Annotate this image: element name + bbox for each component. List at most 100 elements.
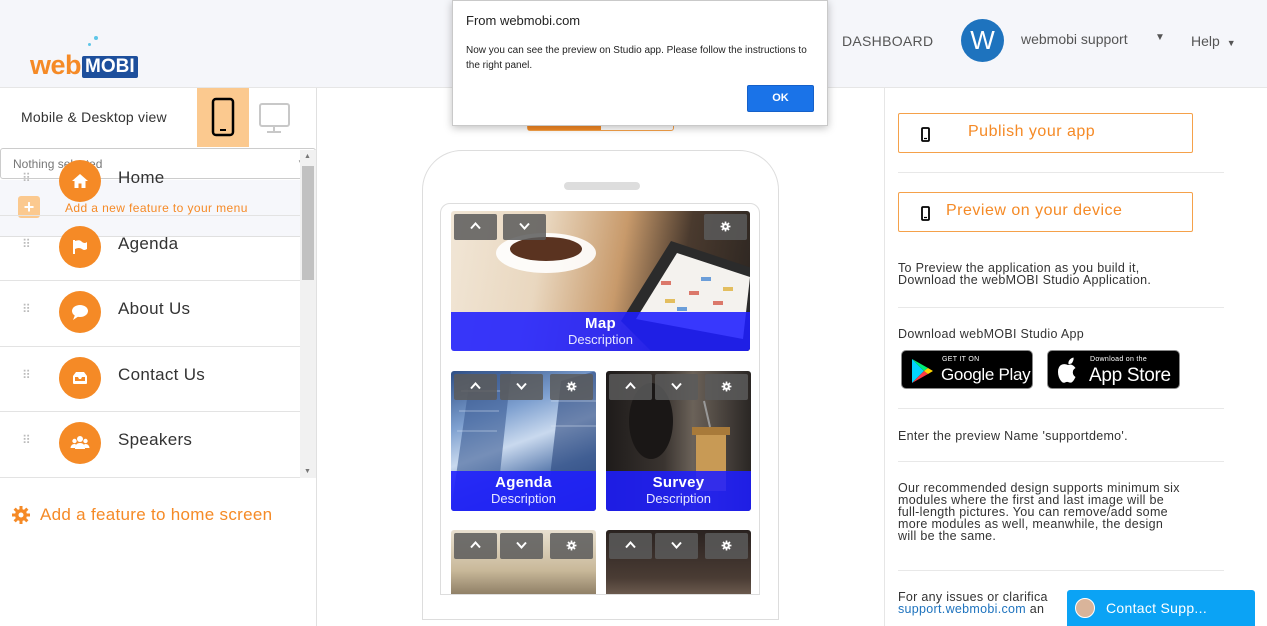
- drag-handle-icon[interactable]: ⠿: [22, 238, 31, 250]
- user-avatar[interactable]: W: [961, 19, 1004, 62]
- tile-settings-button[interactable]: [550, 374, 593, 400]
- logo-mobi-text: MOBI: [82, 56, 138, 78]
- divider: [898, 172, 1224, 173]
- move-down-button[interactable]: [500, 533, 543, 559]
- module-tile-5[interactable]: [451, 530, 596, 594]
- alert-dialog: From webmobi.com Now you can see the pre…: [452, 0, 828, 126]
- move-up-button[interactable]: [454, 533, 497, 559]
- desktop-view-button[interactable]: [254, 98, 294, 138]
- move-down-button[interactable]: [500, 374, 543, 400]
- menu-item-home[interactable]: ⠿ Home: [0, 150, 300, 216]
- chevron-up-icon: [470, 541, 481, 549]
- move-down-button[interactable]: [503, 214, 546, 240]
- chevron-down-icon: [519, 222, 530, 230]
- caret-down-icon: ▼: [1226, 38, 1236, 48]
- chevron-down-icon: [671, 382, 682, 390]
- contact-support-widget[interactable]: Contact Supp...: [1067, 590, 1255, 626]
- menu-item-label: Home: [118, 168, 165, 187]
- tile-settings-button[interactable]: [705, 533, 748, 559]
- home-icon: [59, 160, 101, 202]
- caret-down-icon[interactable]: ▼: [1155, 32, 1165, 43]
- move-down-button[interactable]: [655, 533, 698, 559]
- preview-info: To Preview the application as you build …: [898, 262, 1228, 287]
- divider: [898, 408, 1224, 409]
- gear-icon: [720, 221, 731, 232]
- publish-app-button[interactable]: Publish your app: [898, 113, 1193, 153]
- chevron-down-icon: [516, 541, 527, 549]
- tile-description: Description: [490, 491, 557, 506]
- tile-caption: Agenda Description: [451, 471, 596, 511]
- publish-app-label: Publish your app: [968, 123, 1096, 140]
- app-store-badge[interactable]: Download on the App Store: [1047, 350, 1180, 389]
- module-tile-map[interactable]: Map Description: [451, 211, 750, 351]
- menu-item-contact-us[interactable]: ⠿ Contact Us: [0, 347, 300, 413]
- drag-handle-icon[interactable]: ⠿: [22, 303, 31, 315]
- preview-name-text: Enter the preview Name 'supportdemo'.: [898, 429, 1128, 443]
- design-info-line: will be the same.: [898, 529, 997, 543]
- tile-settings-button[interactable]: [705, 374, 748, 400]
- nav-help[interactable]: Help ▼: [1191, 33, 1236, 49]
- flag-icon: [59, 225, 101, 268]
- drag-handle-icon[interactable]: ⠿: [22, 434, 31, 446]
- gear-icon: [721, 381, 732, 392]
- scroll-up-icon[interactable]: ▲: [304, 153, 311, 160]
- logo-web-text: web: [30, 50, 82, 80]
- move-up-button[interactable]: [454, 374, 497, 400]
- app-store-small-text: Download on the: [1090, 356, 1148, 363]
- gear-icon: [12, 506, 30, 524]
- add-home-feature-button[interactable]: Add a feature to home screen: [11, 505, 272, 525]
- mobile-phone-icon: [211, 97, 235, 137]
- support-agent-avatar: [1075, 598, 1095, 618]
- divider: [898, 570, 1224, 571]
- tile-settings-button[interactable]: [550, 533, 593, 559]
- gear-icon: [566, 381, 577, 392]
- user-name[interactable]: webmobi support: [1021, 31, 1128, 47]
- download-title: Download webMOBI Studio App: [898, 327, 1084, 341]
- tile-settings-button[interactable]: [704, 214, 747, 240]
- tile-title: Survey: [652, 474, 705, 491]
- module-tile-6[interactable]: [606, 530, 751, 594]
- inbox-icon: [59, 356, 101, 399]
- alert-message: Now you can see the preview on Studio ap…: [466, 45, 807, 71]
- chevron-up-icon: [470, 382, 481, 390]
- move-up-button[interactable]: [609, 533, 652, 559]
- scrollbar-thumb[interactable]: [302, 166, 314, 280]
- design-info: Our recommended design supports minimum …: [898, 482, 1228, 543]
- support-link[interactable]: support.webmobi.com: [898, 602, 1026, 616]
- menu-scrollbar[interactable]: ▲ ▼: [300, 150, 316, 478]
- move-down-button[interactable]: [655, 374, 698, 400]
- chevron-down-icon: [516, 382, 527, 390]
- add-home-label: Add a feature to home screen: [40, 505, 273, 524]
- preview-info-line: Download the webMOBI Studio Application.: [898, 273, 1152, 287]
- preview-device-button[interactable]: Preview on your device: [898, 192, 1193, 232]
- view-label: Mobile & Desktop view: [21, 109, 167, 125]
- drag-handle-icon[interactable]: ⠿: [22, 369, 31, 381]
- chat-bubble-icon: [59, 291, 101, 334]
- scroll-down-icon[interactable]: ▼: [304, 468, 311, 475]
- module-tile-survey[interactable]: Survey Description: [606, 371, 751, 511]
- nav-dashboard[interactable]: DASHBOARD: [842, 33, 933, 49]
- menu-item-speakers[interactable]: ⠿ Speakers: [0, 412, 300, 478]
- drag-handle-icon[interactable]: ⠿: [22, 172, 31, 184]
- phone-screen: Map Description Agenda Description Surve…: [440, 203, 760, 595]
- help-label: Help: [1191, 33, 1220, 49]
- divider: [898, 307, 1224, 308]
- move-up-button[interactable]: [609, 374, 652, 400]
- monitor-icon: [259, 103, 290, 133]
- menu-item-label: Contact Us: [118, 364, 206, 384]
- issues-line-tail: an: [1025, 602, 1045, 616]
- menu-item-about-us[interactable]: ⠿ About Us: [0, 281, 300, 347]
- google-play-badge[interactable]: GET IT ON Google Play: [901, 350, 1033, 389]
- move-up-button[interactable]: [454, 214, 497, 240]
- mobile-view-button[interactable]: [197, 88, 249, 147]
- chevron-up-icon: [625, 541, 636, 549]
- divider: [898, 461, 1224, 462]
- preview-device-label: Preview on your device: [946, 202, 1123, 219]
- gear-icon: [566, 540, 577, 551]
- alert-ok-button[interactable]: OK: [747, 85, 814, 112]
- menu-item-label: Agenda: [118, 233, 179, 253]
- menu-item-agenda[interactable]: ⠿ Agenda: [0, 216, 300, 282]
- tile-title: Map: [585, 315, 616, 332]
- module-tile-agenda[interactable]: Agenda Description: [451, 371, 596, 511]
- tile-title: Agenda: [495, 474, 552, 491]
